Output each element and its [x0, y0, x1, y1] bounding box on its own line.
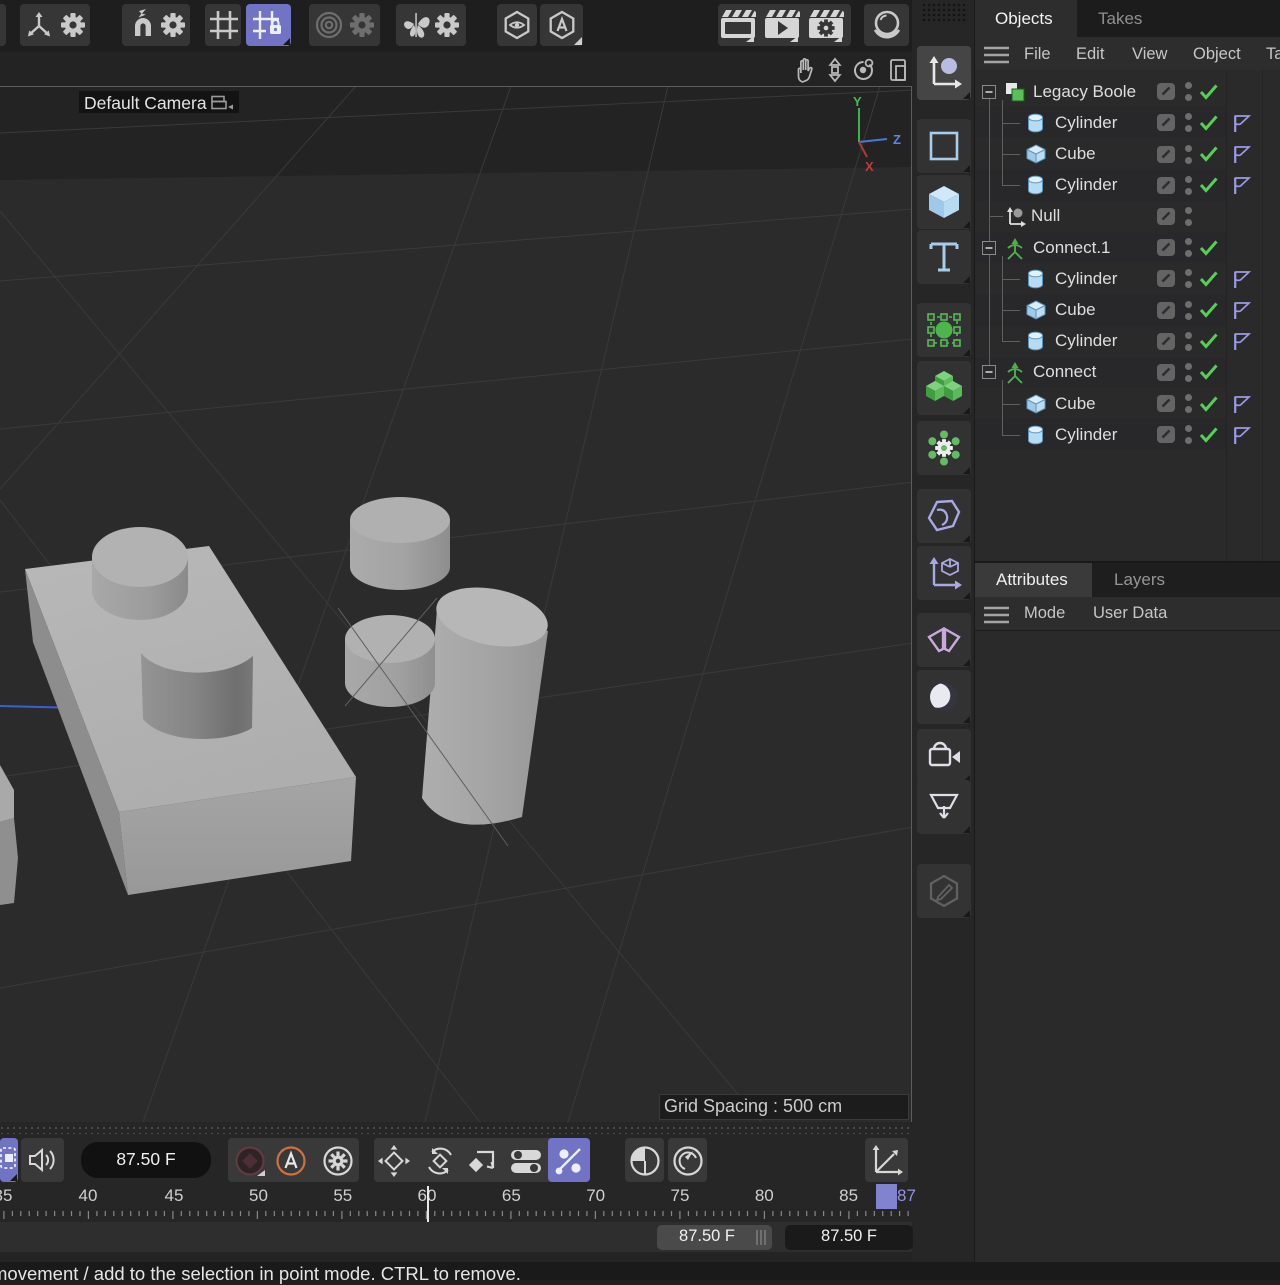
svg-text:X: X [865, 159, 874, 174]
svg-text:Z: Z [893, 132, 901, 147]
svg-text:Y: Y [853, 94, 862, 109]
